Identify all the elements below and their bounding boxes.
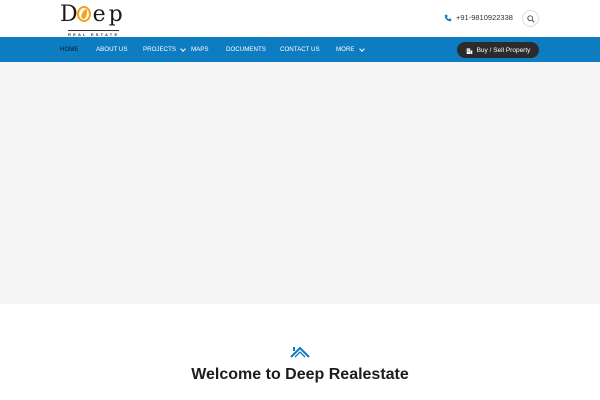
building-icon: [466, 47, 472, 54]
logo-wordmark: Dep: [60, 2, 126, 27]
welcome-section: Welcome to Deep Realestate: [0, 304, 600, 400]
nav-item-about-us[interactable]: ABOUT US: [96, 37, 128, 62]
phone-contact[interactable]: +91-9810922338: [444, 13, 513, 22]
buy-sell-property-button[interactable]: Buy / Sell Property: [457, 42, 539, 58]
logo[interactable]: Dep REAL ESTATE: [60, 2, 134, 37]
welcome-heading: Welcome to Deep Realestate: [191, 366, 409, 383]
nav-item-maps[interactable]: MAPS: [191, 37, 209, 62]
nav-item-label: MAPS: [191, 46, 209, 53]
nav-item-home[interactable]: HOME: [60, 37, 79, 62]
nav-item-projects[interactable]: PROJECTS: [143, 37, 186, 62]
top-header: Dep REAL ESTATE +91-9810922338: [0, 0, 600, 37]
phone-number: +91-9810922338: [456, 13, 513, 22]
phone-icon: [444, 14, 452, 21]
search-button[interactable]: [522, 10, 539, 27]
nav-item-label: ABOUT US: [96, 46, 128, 53]
nav-item-label: HOME: [60, 46, 79, 53]
chevron-down-icon: [358, 45, 365, 52]
chevron-down-icon: [180, 45, 186, 52]
roof-icon: [290, 346, 310, 358]
nav-item-label: MORE: [336, 46, 355, 53]
hero-banner: [0, 62, 600, 304]
nav-item-label: DOCUMENTS: [226, 46, 266, 53]
nav-item-contact-us[interactable]: CONTACT US: [280, 37, 320, 62]
logo-tagline: REAL ESTATE: [68, 30, 120, 37]
logo-flame-icon: [76, 6, 91, 22]
nav-item-documents[interactable]: DOCUMENTS: [226, 37, 266, 62]
search-icon: [526, 14, 535, 23]
nav-item-label: CONTACT US: [280, 46, 320, 53]
cta-label: Buy / Sell Property: [476, 46, 531, 54]
nav-item-label: PROJECTS: [143, 46, 177, 53]
nav-item-more[interactable]: MORE: [336, 37, 365, 62]
